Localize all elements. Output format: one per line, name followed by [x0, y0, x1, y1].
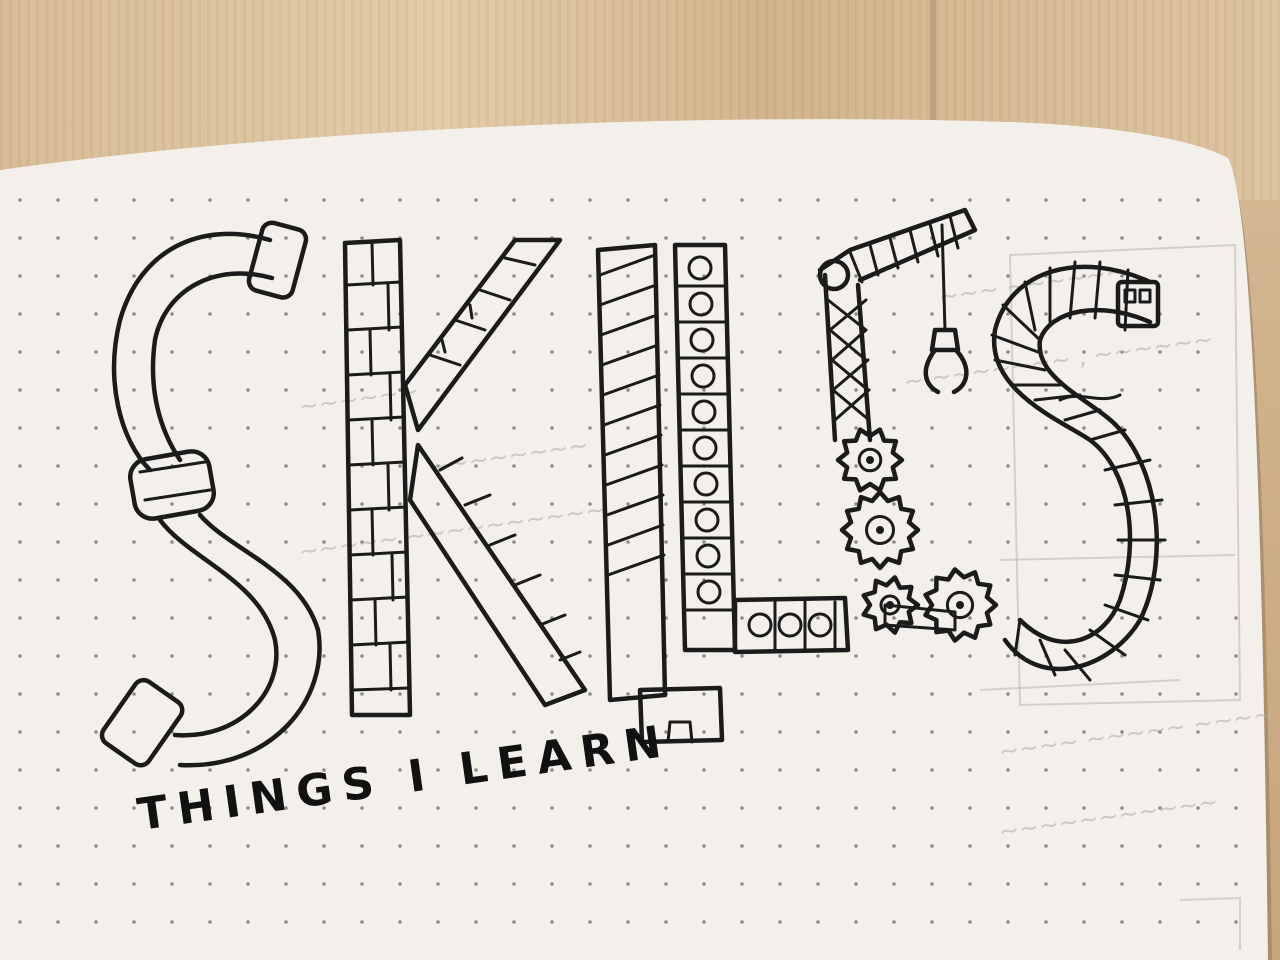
notebook-drawing: ~~~ ~~~~~~ ~ ~~~~~~~ , ~~~~~~ ~~~~~~ ~~~… — [0, 119, 1275, 960]
